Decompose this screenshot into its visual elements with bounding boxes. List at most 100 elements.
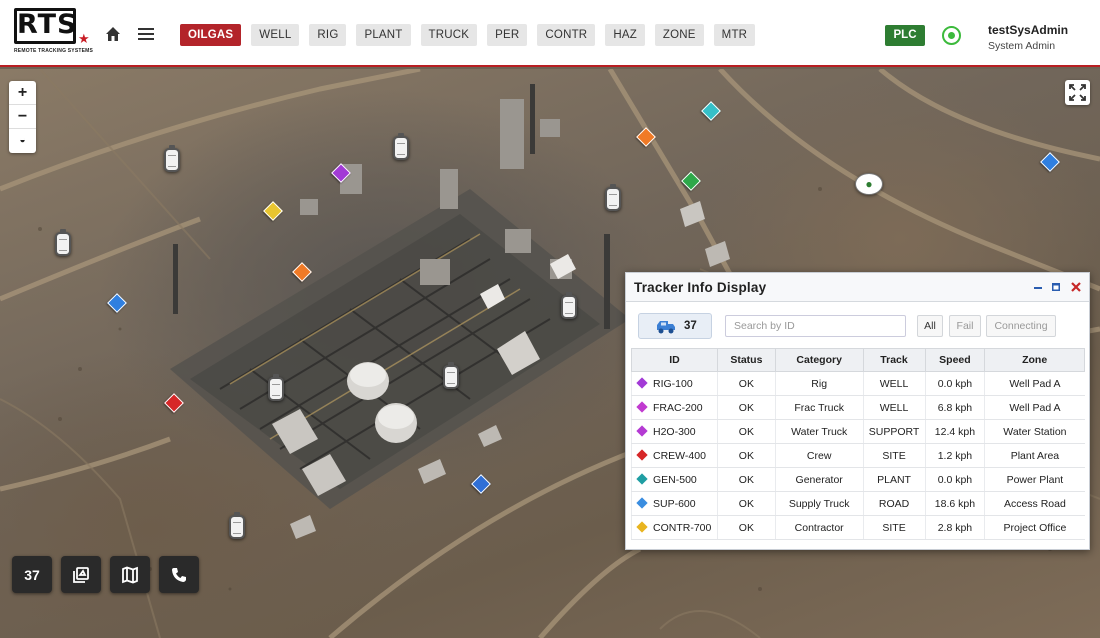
maximize-icon[interactable] [1050, 280, 1062, 292]
cell-category: Generator [774, 467, 864, 492]
close-icon[interactable] [1070, 280, 1082, 292]
table-row[interactable]: CREW-400 OK Crew SITE 1.2 kph Plant Area [631, 443, 1085, 468]
cell-track: ROAD [862, 491, 925, 516]
column-header-track[interactable]: Track [862, 348, 926, 372]
tracker-color-icon [636, 424, 648, 437]
nav-haz[interactable]: HAZ [605, 24, 645, 46]
tracker-id: FRAC-200 [653, 401, 703, 414]
cell-zone: Power Plant [984, 467, 1085, 492]
cell-id: H2O-300 [631, 419, 718, 444]
column-header-category[interactable]: Category [774, 348, 864, 372]
cell-zone: Access Road [984, 491, 1085, 516]
tracker-count: 37 [684, 320, 697, 332]
cell-zone: Well Pad A [984, 371, 1085, 396]
nav-per[interactable]: PER [487, 24, 528, 46]
well-tank-marker[interactable] [605, 184, 621, 211]
cell-id: CONTR-700 [631, 515, 718, 540]
nav-mtr[interactable]: MTR [713, 24, 756, 46]
user-role: System Admin [988, 40, 1056, 52]
rts-logo[interactable]: RTS ★ REMOTE TRACKING SYSTEMS [14, 8, 94, 54]
cell-track: SITE [862, 443, 925, 468]
well-tank-marker[interactable] [229, 512, 245, 539]
cell-id: GEN-500 [631, 467, 718, 492]
well-tank-marker[interactable] [561, 292, 577, 319]
well-tank-marker[interactable] [268, 374, 284, 401]
filter-all-button[interactable]: All [917, 315, 943, 337]
tracker-color-icon [636, 400, 648, 413]
well-tank-marker[interactable] [443, 362, 459, 389]
cell-speed: 6.8 kph [924, 395, 985, 420]
cell-zone: Project Office [984, 515, 1085, 540]
column-header-zone[interactable]: Zone [984, 348, 1085, 372]
home-icon[interactable] [103, 24, 123, 44]
connection-status-icon[interactable] [942, 26, 961, 45]
zoom-control: + − ◒ [9, 81, 36, 153]
tracker-count-button[interactable]: 37 [12, 556, 52, 593]
fullscreen-icon[interactable] [1065, 80, 1090, 105]
cell-track: SITE [862, 515, 925, 540]
nav-rig[interactable]: RIG [309, 24, 347, 46]
layers-icon[interactable] [61, 556, 101, 593]
plc-button[interactable]: PLC [885, 25, 925, 46]
logo-subtitle: REMOTE TRACKING SYSTEMS [14, 48, 94, 54]
table-row[interactable]: GEN-500 OK Generator PLANT 0.0 kph Power Plan… [631, 467, 1085, 492]
filter-connecting-button[interactable]: Connecting [986, 315, 1056, 337]
nav-well[interactable]: WELL [251, 24, 300, 46]
filter-fail-button[interactable]: Fail [949, 315, 981, 337]
compass-icon[interactable]: ◒ [9, 129, 36, 153]
table-row[interactable]: H2O-300 OK Water Truck SUPPORT 12.4 kph Water… [631, 419, 1085, 444]
well-tank-marker[interactable] [55, 229, 71, 256]
top-bar: RTS ★ REMOTE TRACKING SYSTEMS OILGAS WEL… [0, 0, 1100, 67]
nav-oilgas[interactable]: OILGAS [180, 24, 242, 46]
cell-speed: 0.0 kph [924, 467, 985, 492]
cell-speed: 2.8 kph [924, 515, 985, 540]
phone-icon[interactable] [159, 556, 199, 593]
hamburger-menu-icon[interactable] [136, 25, 156, 43]
logo-text: RTS [17, 9, 78, 40]
panel-title: Tracker Info Display [634, 280, 767, 295]
zoom-in-button[interactable]: + [9, 81, 36, 105]
user-name[interactable]: testSysAdmin [988, 23, 1068, 37]
bottom-toolbar: 37 [12, 556, 199, 593]
zoom-out-button[interactable]: − [9, 105, 36, 129]
minimize-icon[interactable] [1032, 280, 1044, 292]
cell-status: OK [716, 491, 776, 516]
nav-plant[interactable]: PLANT [356, 24, 411, 46]
panel-toolbar: 37 All Fail Connecting [638, 313, 1083, 339]
nav-truck[interactable]: TRUCK [420, 24, 478, 46]
table-row[interactable]: SUP-600 OK Supply Truck ROAD 18.6 kph Access … [631, 491, 1085, 516]
table-row[interactable]: RIG-100 OK Rig WELL 0.0 kph Well Pad A [631, 371, 1085, 396]
cell-id: RIG-100 [631, 371, 718, 396]
cell-id: SUP-600 [631, 491, 718, 516]
cell-id: FRAC-200 [631, 395, 718, 420]
cell-status: OK [716, 443, 776, 468]
table-row[interactable]: FRAC-200 OK Frac Truck WELL 6.8 kph Well Pad … [631, 395, 1085, 420]
cell-track: WELL [862, 395, 925, 420]
vehicle-icon [657, 321, 675, 334]
cell-status: OK [716, 515, 776, 540]
map-view-icon[interactable] [110, 556, 150, 593]
nav-contr[interactable]: CONTR [537, 24, 596, 46]
cell-status: OK [716, 395, 776, 420]
tracker-count-chip[interactable]: 37 [638, 313, 712, 339]
tracker-color-icon [636, 520, 648, 533]
tracker-id: H2O-300 [653, 425, 696, 438]
panel-header[interactable]: Tracker Info Display [626, 273, 1089, 302]
search-input[interactable] [725, 315, 906, 337]
table-row[interactable]: CONTR-700 OK Contractor SITE 2.8 kph Project … [631, 515, 1085, 540]
cell-speed: 18.6 kph [924, 491, 985, 516]
hazard-turtle-icon[interactable]: ● [855, 173, 883, 195]
well-tank-marker[interactable] [164, 145, 180, 172]
cell-status: OK [716, 467, 776, 492]
tracker-info-panel: Tracker Info Display 37 All Fail Connect… [625, 272, 1090, 550]
nav-zone[interactable]: ZONE [654, 24, 704, 46]
cell-category: Water Truck [774, 419, 864, 444]
cell-status: OK [716, 371, 776, 396]
tracker-id: CONTR-700 [653, 521, 712, 534]
column-header-id[interactable]: ID [631, 348, 718, 372]
well-tank-marker[interactable] [393, 133, 409, 160]
column-header-speed[interactable]: Speed [924, 348, 986, 372]
cell-category: Rig [774, 371, 864, 396]
tracker-id: SUP-600 [653, 497, 696, 510]
column-header-status[interactable]: Status [716, 348, 776, 372]
